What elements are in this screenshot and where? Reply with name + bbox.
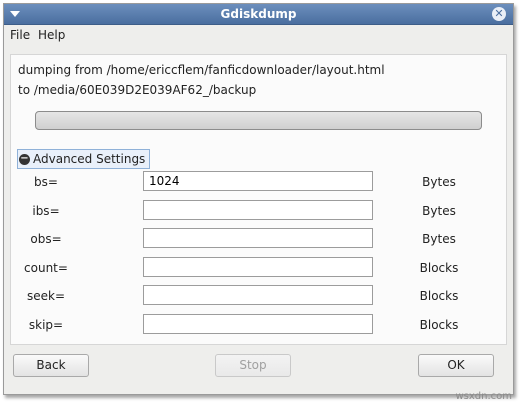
destination-path-text: to /media/60E039D2E039AF62_/backup [18,83,257,97]
watermark-text: wsxdn.com [455,391,512,402]
count-label: count= [24,261,68,275]
ibs-unit: Bytes [422,204,456,218]
obs-label: obs= [30,232,62,246]
advanced-settings-label: Advanced Settings [33,152,146,166]
stop-button[interactable]: Stop [215,354,291,377]
progress-bar [35,111,482,130]
main-panel: dumping from /home/ericcflem/fanficdownl… [10,54,507,345]
count-input[interactable] [143,257,373,277]
back-button[interactable]: Back [13,354,89,377]
skip-input[interactable] [143,314,373,334]
ok-button[interactable]: OK [418,354,494,377]
obs-unit: Bytes [422,232,456,246]
bs-label: bs= [34,175,58,189]
seek-unit: Blocks [419,289,459,303]
ibs-label: ibs= [32,204,60,218]
menu-bar: File Help [4,25,513,45]
bs-unit: Bytes [422,175,456,189]
window-title: Gdiskdump [220,7,297,21]
count-unit: Blocks [419,261,459,275]
skip-unit: Blocks [419,318,459,332]
close-icon[interactable]: ✕ [492,7,506,21]
seek-input[interactable] [143,285,373,305]
bs-input[interactable] [143,171,373,191]
title-bar[interactable]: Gdiskdump ✕ [4,4,513,25]
source-path-text: dumping from /home/ericcflem/fanficdownl… [18,63,385,77]
seek-label: seek= [26,289,66,303]
advanced-settings-expander[interactable]: − Advanced Settings [17,149,151,169]
obs-input[interactable] [143,228,373,248]
menu-file[interactable]: File [10,28,30,42]
ibs-input[interactable] [143,200,373,220]
collapse-icon: − [19,152,30,165]
menu-help[interactable]: Help [38,28,65,42]
skip-label: skip= [28,318,64,332]
app-window: Gdiskdump ✕ File Help dumping from /home… [3,3,514,395]
